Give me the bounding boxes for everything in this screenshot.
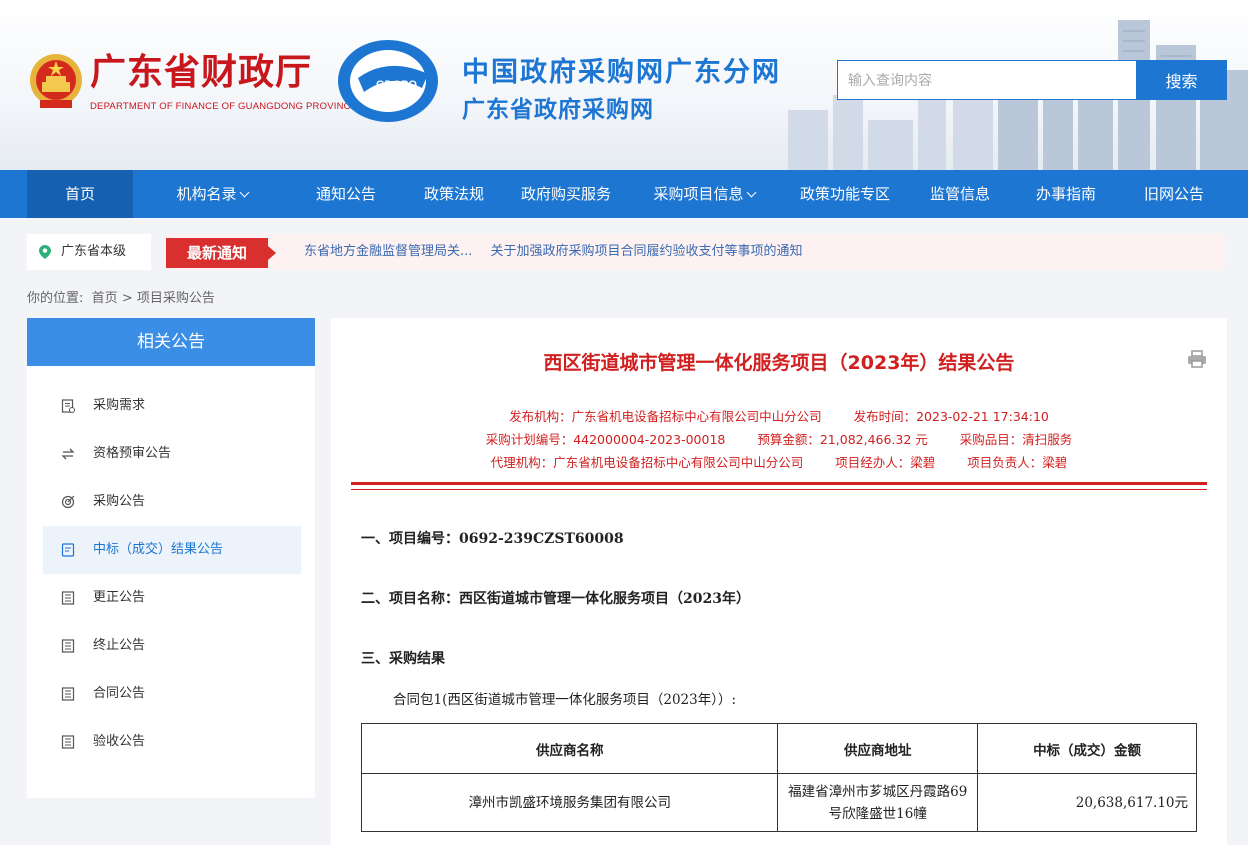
section-project-number: 一、项目编号：0692-239CZST60008 xyxy=(361,531,624,547)
latest-notice-badge: 最新通知 xyxy=(166,238,276,268)
sidebar-item-label: 资格预审公告 xyxy=(93,446,172,461)
target-icon xyxy=(61,495,75,509)
site-title-secondary: 广东省政府采购网 xyxy=(462,97,654,123)
notice-link[interactable]: 关于加强政府采购项目合同履约验收支付等事项的通知 xyxy=(491,244,803,259)
meta-line-2: 采购计划编号：442000004-2023-00018 预算金额：21,082,… xyxy=(331,429,1227,448)
divider xyxy=(351,482,1207,485)
sidebar-item-label: 验收公告 xyxy=(93,734,146,749)
document-icon xyxy=(61,639,75,653)
meta-line-3: 代理机构：广东省机电设备招标中心有限公司中山分公司 项目经办人：梁碧 项目负责人… xyxy=(331,452,1227,471)
sidebar-item-prequalification[interactable]: 资格预审公告 xyxy=(43,430,301,478)
document-icon xyxy=(61,687,75,701)
table-header-cell: 供应商地址 xyxy=(777,723,979,774)
nav-item-project-info[interactable]: 采购项目信息 xyxy=(640,170,768,218)
nav-item-service-purchase[interactable]: 政府购买服务 xyxy=(510,170,622,218)
sidebar-item-procurement-demand[interactable]: 采购需求 xyxy=(43,382,301,430)
main-nav: 首页 机构名录 通知公告 政策法规 政府购买服务 采购项目信息 政策功能专区 监… xyxy=(0,170,1248,218)
sidebar-item-acceptance[interactable]: 验收公告 xyxy=(43,718,301,766)
project-lead: 项目负责人：梁碧 xyxy=(967,455,1068,470)
meta-line-1: 发布机构：广东省机电设备招标中心有限公司中山分公司 发布时间：2023-02-2… xyxy=(331,406,1227,425)
document-icon xyxy=(61,735,75,749)
agency: 代理机构：广东省机电设备招标中心有限公司中山分公司 xyxy=(490,455,804,470)
breadcrumb-prefix: 你的位置: xyxy=(27,291,84,306)
budget-amount: 预算金额：21,082,466.32 元 xyxy=(757,432,928,447)
nav-item-policy-zone[interactable]: 政策功能专区 xyxy=(786,170,904,218)
department-english-name: DEPARTMENT OF FINANCE OF GUANGDONG PROVI… xyxy=(90,101,358,112)
publish-time: 发布时间：2023-02-21 17:34:10 xyxy=(853,409,1049,424)
print-icon[interactable] xyxy=(1187,350,1207,368)
nav-item-home[interactable]: 首页 xyxy=(27,170,133,218)
publisher: 发布机构：广东省机电设备招标中心有限公司中山分公司 xyxy=(509,409,822,424)
notice-ticker: 东省地方金融监督管理局关... 关于加强政府采购项目合同履约验收支付等事项的通知 xyxy=(304,234,817,270)
section-procurement-result: 三、采购结果 xyxy=(361,651,445,667)
national-emblem-icon xyxy=(30,54,82,108)
result-table: 供应商名称 供应商地址 中标（成交）金额 漳州市凯盛环境服务集团有限公司 福建省… xyxy=(360,723,1197,832)
breadcrumb-home-link[interactable]: 首页 xyxy=(92,291,118,306)
location-pin-icon xyxy=(39,245,51,259)
sidebar-item-label: 终止公告 xyxy=(93,638,146,653)
article-title: 西区街道城市管理一体化服务项目（2023年）结果公告 xyxy=(543,352,1015,374)
search-button[interactable]: 搜索 xyxy=(1136,60,1227,100)
search-input[interactable] xyxy=(837,60,1137,100)
document-list-icon xyxy=(61,399,75,413)
project-handler: 项目经办人：梁碧 xyxy=(835,455,936,470)
breadcrumb-separator: > xyxy=(121,291,133,306)
region-label: 广东省本级 xyxy=(61,244,127,259)
sidebar-item-label: 中标（成交）结果公告 xyxy=(93,542,224,557)
section-project-name: 二、项目名称：西区街道城市管理一体化服务项目（2023年） xyxy=(361,591,750,607)
sidebar-item-termination[interactable]: 终止公告 xyxy=(43,622,301,670)
procurement-category: 采购品目：清扫服务 xyxy=(959,432,1073,447)
table-header-cell: 供应商名称 xyxy=(360,723,779,774)
gdgpo-logo-text: GDGPO xyxy=(376,79,417,91)
department-name: 广东省财政厅 xyxy=(90,51,313,93)
supplier-name: 漳州市凯盛环境服务集团有限公司 xyxy=(360,773,779,832)
nav-item-directory[interactable]: 机构名录 xyxy=(158,170,266,218)
gdgpo-logo: GDGPO xyxy=(338,40,438,122)
supplier-address: 福建省漳州市芗城区丹霞路69号欣隆盛世16幢 xyxy=(777,773,979,832)
nav-item-guide[interactable]: 办事指南 xyxy=(1020,170,1112,218)
package-label: 合同包1(西区街道城市管理一体化服务项目（2023年））: xyxy=(393,692,737,708)
document-icon xyxy=(61,591,75,605)
sidebar-item-award-result[interactable]: 中标（成交）结果公告 xyxy=(43,526,301,574)
nav-item-supervision[interactable]: 监管信息 xyxy=(914,170,1006,218)
sidebar-item-label: 采购需求 xyxy=(93,398,146,413)
sidebar-item-contract[interactable]: 合同公告 xyxy=(43,670,301,718)
sidebar-item-label: 更正公告 xyxy=(93,590,146,605)
chevron-down-icon xyxy=(746,187,756,198)
nav-item-policies[interactable]: 政策法规 xyxy=(408,170,500,218)
breadcrumb: 你的位置: 首页 > 项目采购公告 xyxy=(27,287,215,306)
region-selector[interactable]: 广东省本级 xyxy=(27,234,151,270)
plan-number: 采购计划编号：442000004-2023-00018 xyxy=(485,432,726,447)
nav-item-notices[interactable]: 通知公告 xyxy=(300,170,392,218)
notice-bar: 最新通知 东省地方金融监督管理局关... 关于加强政府采购项目合同履约验收支付等… xyxy=(166,234,1226,270)
table-row: 漳州市凯盛环境服务集团有限公司 福建省漳州市芗城区丹霞路69号欣隆盛世16幢 2… xyxy=(360,773,1197,832)
chevron-down-icon xyxy=(239,187,249,198)
sidebar-item-correction[interactable]: 更正公告 xyxy=(43,574,301,622)
result-document-icon xyxy=(61,543,75,557)
table-header-cell: 中标（成交）金额 xyxy=(977,723,1197,774)
sidebar-item-label: 采购公告 xyxy=(93,494,146,509)
sidebar-item-label: 合同公告 xyxy=(93,686,146,701)
award-amount: 20,638,617.10元 xyxy=(977,773,1197,832)
nav-item-old-notices[interactable]: 旧网公告 xyxy=(1128,170,1220,218)
swap-arrows-icon xyxy=(61,448,75,460)
table-header-row: 供应商名称 供应商地址 中标（成交）金额 xyxy=(360,723,1197,774)
related-notices-sidebar: 相关公告 采购需求 资格预审公告 采购公告 中标（成交）结果公告 更正公告 终止… xyxy=(27,318,315,798)
sidebar-title: 相关公告 xyxy=(27,318,315,366)
divider xyxy=(351,489,1207,490)
site-header: 广东省财政厅 DEPARTMENT OF FINANCE OF GUANGDON… xyxy=(0,0,1248,170)
article-panel: 西区街道城市管理一体化服务项目（2023年）结果公告 发布机构：广东省机电设备招… xyxy=(331,318,1227,845)
sidebar-item-procurement-notice[interactable]: 采购公告 xyxy=(43,478,301,526)
breadcrumb-current[interactable]: 项目采购公告 xyxy=(137,291,215,306)
site-title-primary: 中国政府采购网广东分网 xyxy=(462,57,781,88)
notice-link[interactable]: 东省地方金融监督管理局关... xyxy=(304,244,472,259)
